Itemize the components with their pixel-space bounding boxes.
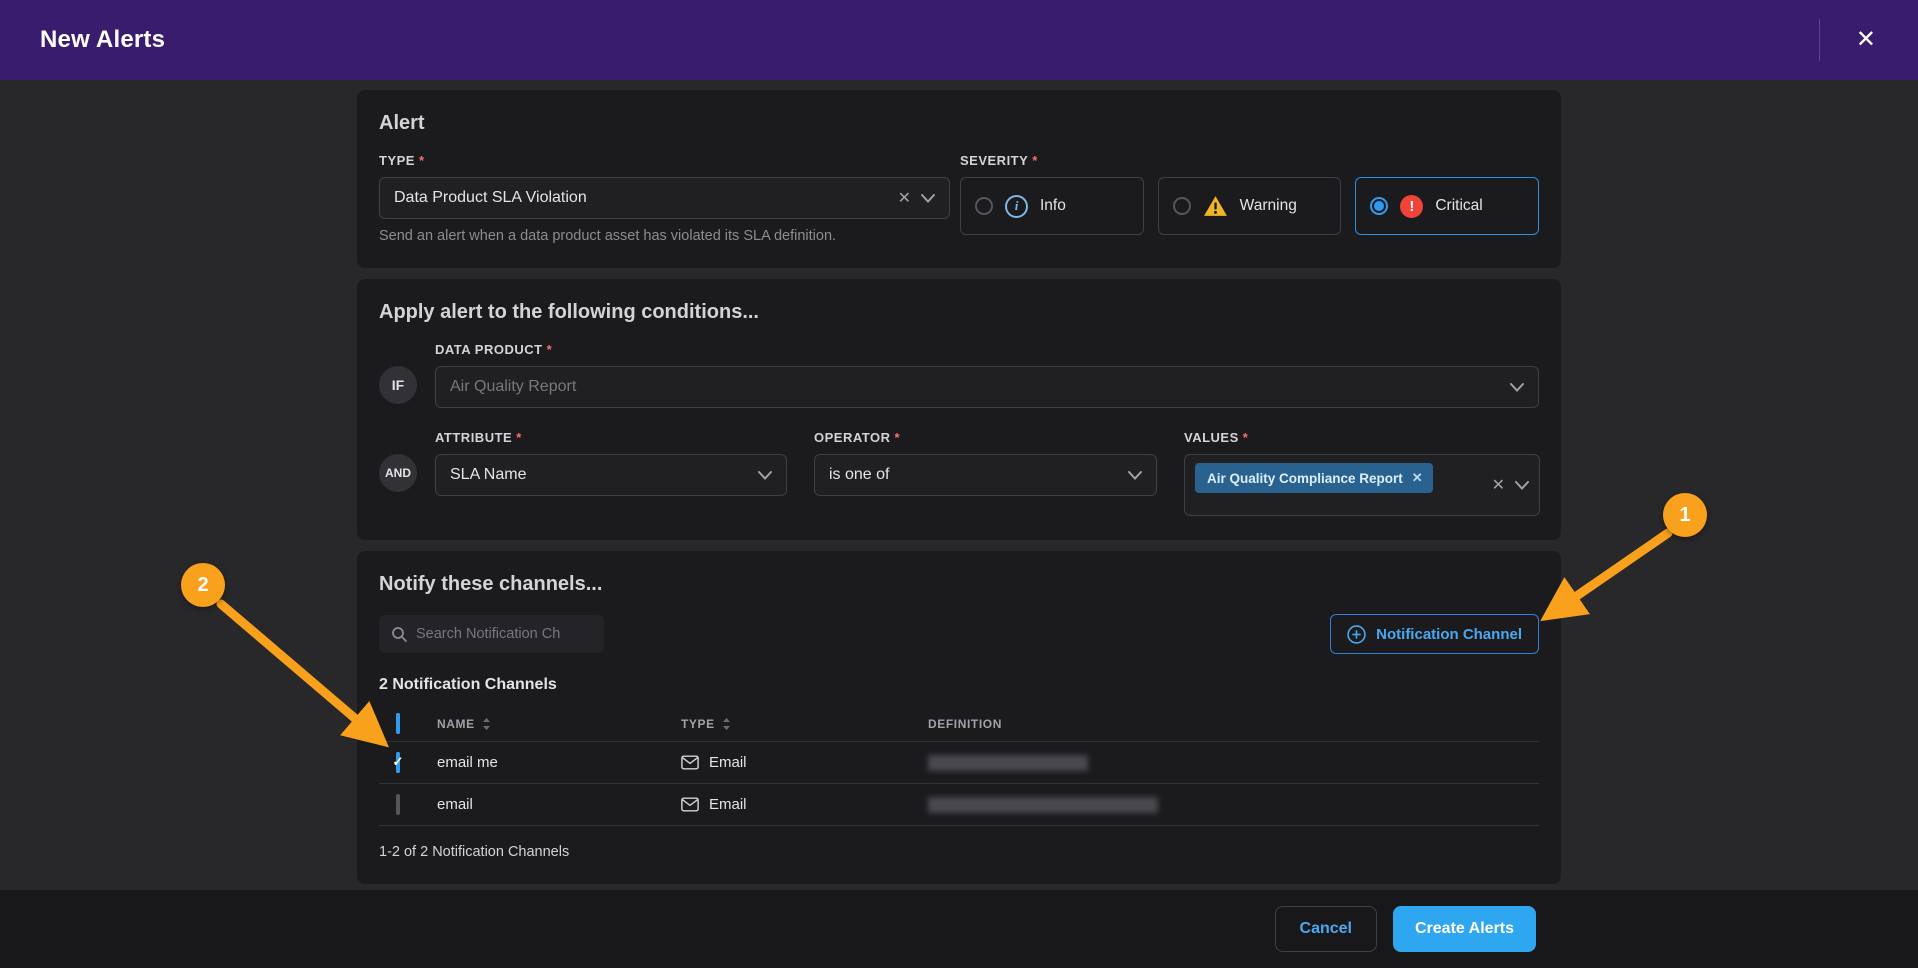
annotation-arrow-2 [221, 604, 378, 738]
attribute-value: SLA Name [450, 466, 758, 484]
page-title: New Alerts [40, 26, 1819, 54]
clear-icon[interactable]: ✕ [1482, 475, 1515, 495]
attribute-label: ATTRIBUTE* [435, 430, 787, 445]
required-marker: * [419, 153, 425, 168]
severity-option-warning[interactable]: Warning [1158, 177, 1342, 235]
sort-icon[interactable] [482, 718, 491, 730]
notification-channel-button-label: Notification Channel [1376, 626, 1522, 643]
header-divider [1819, 19, 1820, 61]
and-badge: AND [379, 454, 417, 492]
email-icon [681, 797, 699, 812]
values-label: VALUES* [1184, 430, 1540, 445]
create-alerts-button[interactable]: Create Alerts [1393, 906, 1536, 952]
value-chip[interactable]: Air Quality Compliance Report ✕ [1195, 463, 1433, 493]
data-product-select[interactable]: Air Quality Report [435, 366, 1539, 408]
attribute-select[interactable]: SLA Name [435, 454, 787, 496]
channel-type: Email [709, 754, 747, 771]
required-marker: * [547, 342, 553, 357]
data-product-label: DATA PRODUCT* [435, 342, 1539, 357]
clear-icon[interactable]: ✕ [888, 188, 921, 208]
channels-table: NAME TYPE DEFINITION email me [379, 706, 1539, 826]
email-icon [681, 755, 699, 770]
channel-type: Email [709, 796, 747, 813]
if-badge: IF [379, 366, 417, 404]
info-icon: i [1005, 195, 1028, 218]
conditions-section-panel: Apply alert to the following conditions.… [357, 279, 1561, 540]
column-header-type[interactable]: TYPE [681, 717, 928, 731]
notification-channel-button[interactable]: Notification Channel [1330, 614, 1539, 654]
modal-footer: Cancel Create Alerts [0, 890, 1918, 968]
data-product-placeholder: Air Quality Report [450, 378, 1510, 396]
search-input[interactable] [416, 626, 592, 642]
warning-icon [1203, 195, 1228, 217]
modal-body: Alert TYPE* Data Product SLA Violation ✕… [357, 80, 1561, 884]
operator-label: OPERATOR* [814, 430, 1157, 445]
table-header-row: NAME TYPE DEFINITION [379, 706, 1539, 742]
channel-name: email [437, 796, 681, 813]
channels-count: 2 Notification Channels [379, 676, 1539, 694]
severity-option-info[interactable]: i Info [960, 177, 1144, 235]
annotation-step-1: 1 [1663, 493, 1707, 537]
operator-value: is one of [829, 466, 1128, 484]
select-all-checkbox[interactable] [396, 713, 400, 734]
column-header-name[interactable]: NAME [437, 717, 681, 731]
cancel-button[interactable]: Cancel [1275, 906, 1377, 952]
severity-label: SEVERITY* [960, 153, 1539, 168]
radio-checked-icon[interactable] [1370, 197, 1388, 215]
radio-unchecked-icon[interactable] [1173, 197, 1191, 215]
radio-unchecked-icon[interactable] [975, 197, 993, 215]
type-label: TYPE* [379, 153, 950, 168]
operator-select[interactable]: is one of [814, 454, 1157, 496]
table-row[interactable]: email me Email [379, 742, 1539, 784]
column-header-definition: DEFINITION [928, 717, 1539, 731]
row-checkbox-checked[interactable] [396, 752, 400, 773]
search-icon [391, 626, 407, 642]
chevron-down-icon[interactable] [1515, 481, 1529, 490]
pagination-text: 1-2 of 2 Notification Channels [379, 844, 1539, 860]
type-help-text: Send an alert when a data product asset … [379, 228, 950, 244]
alert-type-select[interactable]: Data Product SLA Violation ✕ [379, 177, 950, 219]
row-checkbox-unchecked[interactable] [396, 794, 400, 815]
critical-icon: ! [1400, 195, 1423, 218]
table-row[interactable]: email Email [379, 784, 1539, 826]
required-marker: * [1032, 153, 1038, 168]
required-marker: * [894, 430, 900, 445]
search-box[interactable] [379, 615, 604, 653]
values-multiselect[interactable]: Air Quality Compliance Report ✕ ✕ [1184, 454, 1540, 516]
sort-icon[interactable] [722, 718, 731, 730]
plus-circle-icon [1347, 625, 1366, 644]
annotation-arrow-1 [1552, 533, 1668, 613]
channel-name: email me [437, 754, 681, 771]
redacted-definition [928, 797, 1158, 813]
chevron-down-icon[interactable] [1510, 383, 1524, 392]
chevron-down-icon[interactable] [1128, 471, 1142, 480]
chevron-down-icon[interactable] [758, 471, 772, 480]
modal-header: New Alerts ✕ [0, 0, 1918, 80]
value-chip-label: Air Quality Compliance Report [1207, 471, 1403, 486]
severity-option-critical[interactable]: ! Critical [1355, 177, 1539, 235]
chevron-down-icon[interactable] [921, 194, 935, 203]
chip-remove-icon[interactable]: ✕ [1412, 470, 1423, 486]
redacted-definition [928, 755, 1088, 771]
conditions-section-title: Apply alert to the following conditions.… [379, 301, 1539, 324]
alert-section-panel: Alert TYPE* Data Product SLA Violation ✕… [357, 90, 1561, 268]
close-icon[interactable]: ✕ [1850, 22, 1882, 58]
channels-section-panel: Notify these channels... Notification Ch… [357, 551, 1561, 884]
required-marker: * [1243, 430, 1249, 445]
annotation-step-2: 2 [181, 563, 225, 607]
required-marker: * [516, 430, 522, 445]
alert-section-title: Alert [379, 112, 1539, 135]
channels-section-title: Notify these channels... [379, 573, 1539, 596]
alert-type-value: Data Product SLA Violation [394, 189, 888, 207]
